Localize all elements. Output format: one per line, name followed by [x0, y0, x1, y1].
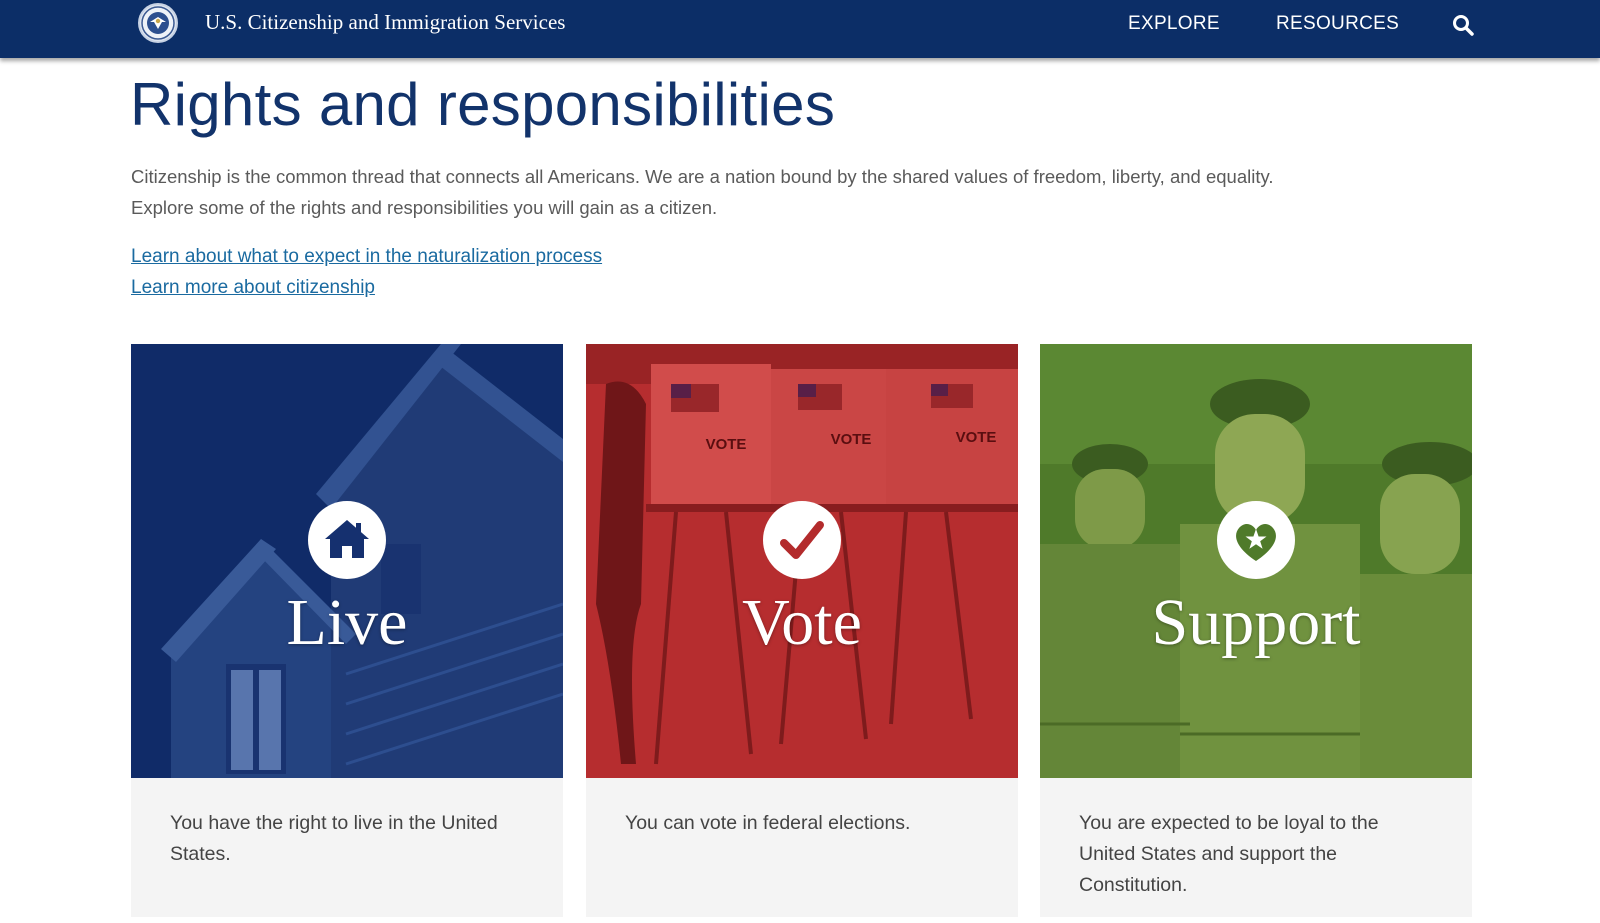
intro-line-2: Explore some of the rights and responsib… — [131, 197, 718, 218]
card-vote-image: VOTE VOTE VOTE Vote — [586, 344, 1018, 778]
card-live[interactable]: Live You have the right to live in the U… — [131, 344, 563, 917]
naturalization-process-link[interactable]: Learn about what to expect in the natura… — [131, 246, 602, 268]
search-icon[interactable] — [1451, 13, 1475, 37]
house-icon — [308, 501, 386, 579]
intro-line-1: Citizenship is the common thread that co… — [131, 166, 1274, 187]
heart-star-icon — [1217, 501, 1295, 579]
dhs-seal-logo[interactable] — [138, 3, 178, 43]
nav-resources[interactable]: RESOURCES — [1276, 13, 1399, 35]
card-live-title: Live — [286, 586, 408, 659]
card-vote-title: Vote — [742, 586, 862, 659]
booth-sign-2: VOTE — [831, 431, 872, 448]
agency-name[interactable]: U.S. Citizenship and Immigration Service… — [205, 10, 565, 35]
card-vote[interactable]: VOTE VOTE VOTE Vote You can vote in federa… — [586, 344, 1018, 917]
card-support[interactable]: Support You are expected to be loyal to … — [1040, 344, 1472, 917]
card-live-image: Live — [131, 344, 563, 778]
card-support-title: Support — [1151, 586, 1361, 659]
nav-explore[interactable]: EXPLORE — [1128, 13, 1220, 35]
intro-text: Citizenship is the common thread that co… — [131, 161, 1421, 223]
card-vote-description: You can vote in federal elections. — [625, 812, 911, 834]
citizenship-link[interactable]: Learn more about citizenship — [131, 277, 375, 299]
page-title: Rights and responsibilities — [130, 71, 836, 138]
booth-sign-3: VOTE — [956, 429, 997, 446]
card-support-description: You are expected to be loyal to the Unit… — [1079, 812, 1379, 896]
card-live-description: You have the right to live in the United… — [170, 812, 498, 865]
card-support-image: Support — [1040, 344, 1472, 778]
site-header: U.S. Citizenship and Immigration Service… — [0, 0, 1600, 58]
checkmark-icon — [763, 501, 841, 579]
booth-sign-1: VOTE — [706, 436, 747, 453]
